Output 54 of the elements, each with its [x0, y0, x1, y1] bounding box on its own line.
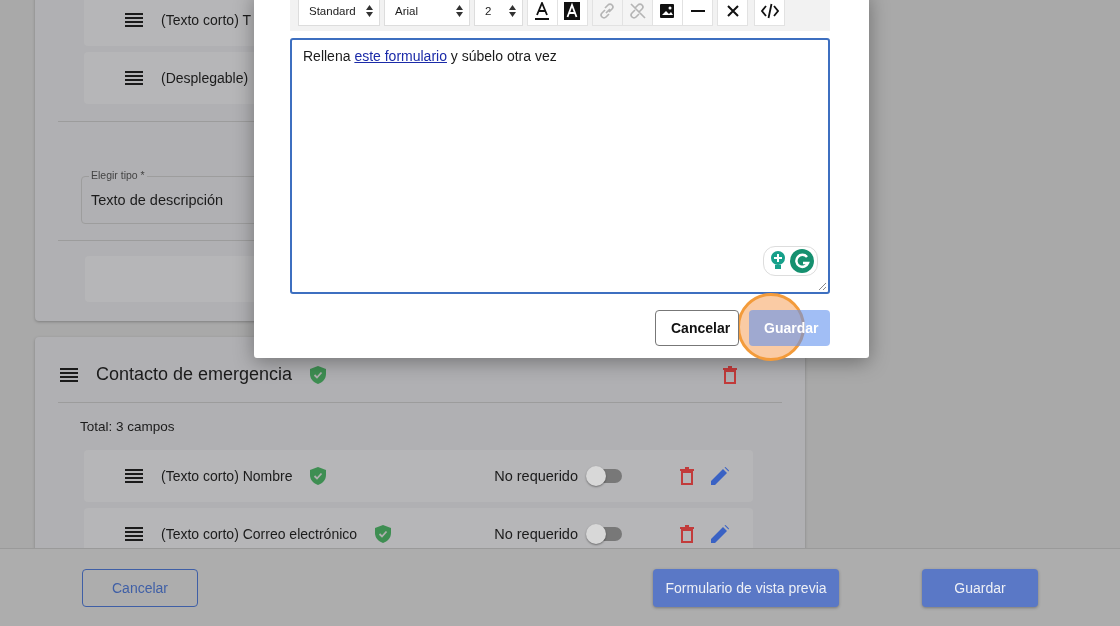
footer-button[interactable]: Formulario de vista previa	[653, 568, 839, 607]
up-down-caret-icon	[509, 5, 516, 17]
required-label: No requerido	[494, 468, 578, 484]
pencil-icon[interactable]	[711, 467, 729, 485]
shield-check-icon	[310, 467, 327, 485]
dropdown-select[interactable]: Standard	[298, 0, 380, 26]
highlight-button[interactable]	[557, 0, 588, 26]
pencil-icon[interactable]	[711, 525, 729, 543]
code-icon	[760, 2, 779, 20]
field-label: (Desplegable)	[161, 70, 249, 86]
lightbulb-icon	[770, 251, 786, 271]
toggle-switch[interactable]	[588, 527, 622, 541]
rule-button[interactable]	[682, 0, 713, 26]
field-count: Total: 3 campos	[79, 418, 176, 434]
g-logo-icon	[790, 249, 814, 273]
letter-a-highlight-icon	[563, 2, 582, 20]
required-label: No requerido	[494, 526, 578, 542]
text-editor[interactable]: Rellena este formulario y súbelo otra vez	[290, 38, 830, 294]
trash-icon[interactable]	[680, 525, 694, 543]
code-button[interactable]	[754, 0, 785, 26]
fontcolor-button[interactable]	[527, 0, 558, 26]
link-icon	[598, 2, 617, 20]
clear-button[interactable]	[717, 0, 748, 26]
horizontal-rule-icon	[690, 10, 705, 12]
drag-handle-icon[interactable]	[60, 367, 78, 382]
field-label: (Texto corto) Correo electrónico	[161, 526, 358, 542]
resize-grip-icon[interactable]	[818, 282, 827, 291]
dropdown-select[interactable]: Arial	[384, 0, 470, 26]
section-title: Contacto de emergencia	[96, 364, 293, 385]
unlink-icon	[628, 2, 647, 20]
shield-check-icon	[375, 525, 392, 543]
cancel-button[interactable]: Cancelar	[655, 310, 739, 346]
editor-text: Rellena este formulario y súbelo otra vez	[303, 48, 558, 64]
grammar-widget[interactable]	[763, 246, 818, 276]
drag-handle-icon[interactable]	[125, 71, 143, 85]
form-link[interactable]: este formulario	[354, 48, 447, 64]
field-value: Texto de descripción	[91, 192, 224, 208]
field-label: (Texto corto) T	[161, 12, 251, 28]
field-label: Elegir tipo *	[89, 169, 147, 181]
shield-check-icon	[310, 365, 327, 384]
drag-handle-icon[interactable]	[125, 527, 143, 541]
up-down-caret-icon	[366, 5, 373, 17]
drag-handle-icon[interactable]	[125, 13, 143, 27]
toggle-switch[interactable]	[588, 469, 622, 483]
dropdown-select[interactable]: 2	[474, 0, 523, 26]
up-down-caret-icon	[456, 5, 463, 17]
image-icon	[658, 2, 677, 20]
trash-icon[interactable]	[680, 467, 694, 485]
field-label: (Texto corto) Nombre	[161, 468, 293, 484]
trash-icon[interactable]	[723, 365, 737, 384]
footer-button[interactable]: Guardar	[922, 568, 1038, 607]
letter-a-underline-icon	[533, 2, 552, 20]
image-button[interactable]	[652, 0, 683, 26]
drag-handle-icon[interactable]	[125, 469, 143, 483]
